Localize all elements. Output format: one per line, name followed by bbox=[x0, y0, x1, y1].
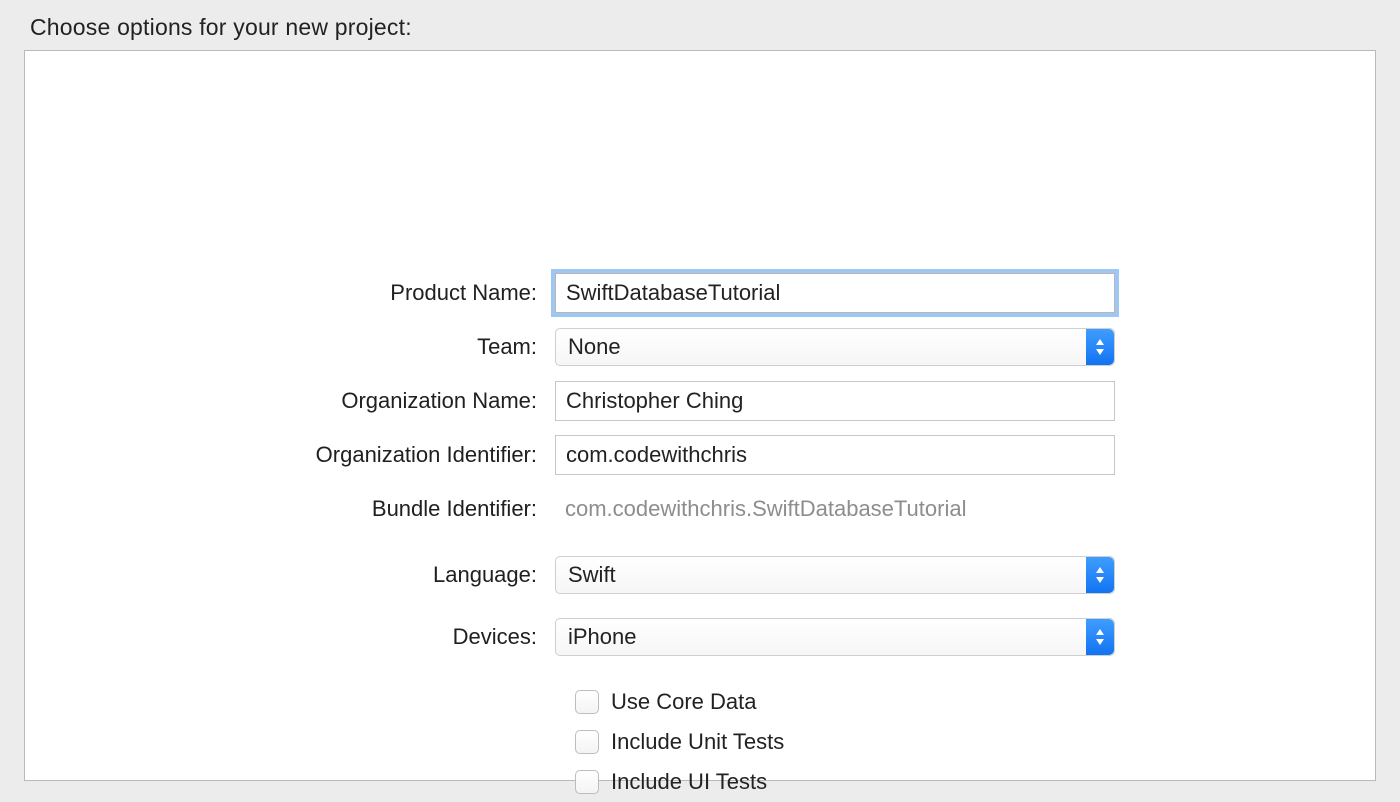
row-include-ui-tests: Include UI Tests bbox=[25, 762, 1375, 802]
row-language: Language: Swift bbox=[25, 554, 1375, 596]
team-select-value: None bbox=[568, 334, 621, 360]
label-devices: Devices: bbox=[25, 624, 555, 650]
page-title: Choose options for your new project: bbox=[0, 0, 1400, 49]
row-use-core-data: Use Core Data bbox=[25, 682, 1375, 722]
project-options-form: Product Name: Team: None Organization Na… bbox=[25, 266, 1375, 802]
language-select-value: Swift bbox=[568, 562, 616, 588]
label-bundle-id: Bundle Identifier: bbox=[25, 496, 555, 522]
include-unit-tests-checkbox[interactable] bbox=[575, 730, 599, 754]
devices-select-value: iPhone bbox=[568, 624, 637, 650]
options-panel: Product Name: Team: None Organization Na… bbox=[24, 50, 1376, 781]
updown-icon bbox=[1086, 619, 1114, 655]
include-ui-tests-checkbox[interactable] bbox=[575, 770, 599, 794]
organization-name-field[interactable] bbox=[555, 381, 1115, 421]
row-team: Team: None bbox=[25, 320, 1375, 374]
label-language: Language: bbox=[25, 562, 555, 588]
product-name-field[interactable] bbox=[555, 273, 1115, 313]
updown-icon bbox=[1086, 557, 1114, 593]
row-bundle-id: Bundle Identifier: com.codewithchris.Swi… bbox=[25, 482, 1375, 536]
row-devices: Devices: iPhone bbox=[25, 610, 1375, 664]
use-core-data-label: Use Core Data bbox=[611, 689, 757, 715]
include-unit-tests-label: Include Unit Tests bbox=[611, 729, 784, 755]
team-select[interactable]: None bbox=[555, 328, 1115, 366]
devices-select[interactable]: iPhone bbox=[555, 618, 1115, 656]
row-org-name: Organization Name: bbox=[25, 374, 1375, 428]
label-org-name: Organization Name: bbox=[25, 388, 555, 414]
label-team: Team: bbox=[25, 334, 555, 360]
updown-icon bbox=[1086, 329, 1114, 365]
label-product-name: Product Name: bbox=[25, 280, 555, 306]
bundle-identifier-value: com.codewithchris.SwiftDatabaseTutorial bbox=[555, 496, 1115, 522]
row-product-name: Product Name: bbox=[25, 266, 1375, 320]
organization-identifier-field[interactable] bbox=[555, 435, 1115, 475]
row-include-unit-tests: Include Unit Tests bbox=[25, 722, 1375, 762]
use-core-data-checkbox[interactable] bbox=[575, 690, 599, 714]
include-ui-tests-label: Include UI Tests bbox=[611, 769, 767, 795]
label-org-id: Organization Identifier: bbox=[25, 442, 555, 468]
row-org-id: Organization Identifier: bbox=[25, 428, 1375, 482]
language-select[interactable]: Swift bbox=[555, 556, 1115, 594]
